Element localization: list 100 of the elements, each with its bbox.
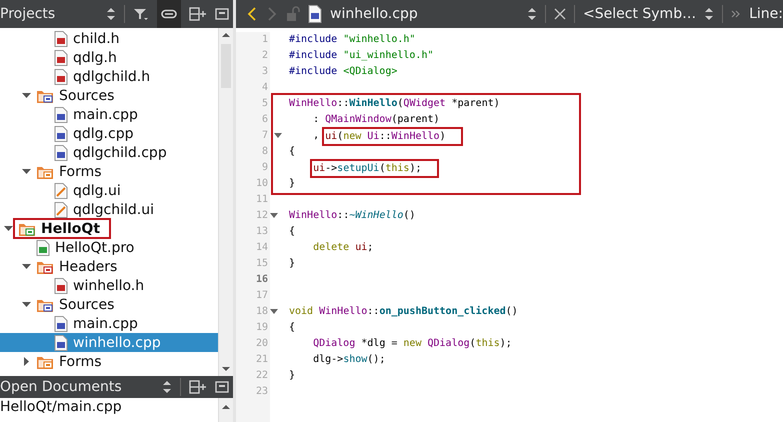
line-number: 8 (260, 145, 269, 159)
line-number: 21 (254, 353, 269, 367)
line-label: Line: (749, 6, 783, 22)
code-text: WinHello::WinHello(QWidget *parent) (289, 96, 500, 111)
tree-item[interactable]: winhello.h (0, 276, 218, 295)
highlighted-code: ui->setupUi(this); (313, 162, 436, 174)
line-number: 4 (260, 81, 269, 95)
tree-item[interactable]: child.h (0, 29, 218, 48)
line-number: 12 (254, 209, 269, 223)
code-text: void WinHello::on_pushButton_clicked() (289, 304, 518, 319)
link-icon (161, 9, 177, 19)
code-text: WinHello::~WinHello() (289, 209, 416, 223)
line-number: 15 (254, 257, 269, 271)
up-down-icon[interactable] (704, 7, 714, 21)
line-number: 14 (254, 241, 269, 255)
scrollbar[interactable] (218, 28, 233, 376)
split-icon[interactable] (189, 7, 207, 21)
tree-item[interactable]: qdlg.cpp (0, 124, 218, 143)
code-text: #include "winhello.h" (289, 33, 416, 47)
tree-item[interactable]: Headers (0, 257, 218, 276)
filter-icon[interactable] (133, 7, 149, 21)
code-text: : QMainWindow(parent) (313, 113, 440, 127)
header-file-icon (54, 68, 68, 84)
close-panel-icon[interactable] (215, 8, 229, 20)
chevron-icon[interactable] (731, 9, 742, 19)
form-file-icon (54, 182, 68, 198)
expand-arrow-icon[interactable] (4, 224, 13, 233)
code-text: dlg->show(); (313, 353, 386, 367)
tree-item[interactable]: main.cpp (0, 105, 218, 124)
tree-item[interactable]: winhello.cpp (0, 333, 218, 352)
source-file-icon (308, 5, 322, 23)
line-number: 20 (254, 337, 269, 351)
line-number: 6 (260, 113, 269, 127)
line-number: 1 (260, 33, 269, 47)
source-file-icon (54, 126, 68, 142)
line-number: 3 (260, 65, 269, 79)
tree-item[interactable]: Sources (0, 86, 218, 105)
expand-arrow-icon[interactable] (22, 357, 31, 366)
line-number: 22 (254, 369, 269, 383)
tree-item[interactable]: qdlgchild.ui (0, 200, 218, 219)
link-button[interactable] (157, 0, 181, 28)
tree-item[interactable]: qdlg.ui (0, 181, 218, 200)
tree-item[interactable]: qdlgchild.cpp (0, 143, 218, 162)
up-down-icon[interactable] (106, 7, 116, 21)
tree-item[interactable]: qdlgchild.h (0, 67, 218, 86)
source-file-icon (54, 106, 68, 122)
line-number: 16 (254, 273, 269, 287)
tree-item[interactable]: Sources (0, 295, 218, 314)
panel-title: Projects (0, 6, 56, 22)
line-number: 11 (254, 193, 269, 207)
code-text: { (289, 225, 296, 239)
line-number: 23 (254, 385, 269, 399)
line-number: 19 (254, 321, 269, 335)
tree-item[interactable]: Forms (0, 352, 218, 371)
close-icon[interactable] (554, 8, 566, 20)
expand-arrow-icon[interactable] (22, 300, 31, 309)
header-file-icon (54, 278, 68, 294)
line-number: 7 (260, 129, 269, 143)
source-file-icon (54, 316, 68, 332)
code-text: } (289, 369, 296, 383)
scrollbar[interactable] (218, 398, 233, 422)
fold-arrow-icon[interactable] (274, 133, 282, 139)
project-file-icon (36, 240, 50, 256)
panel-title: Open Documents (0, 379, 123, 395)
line-number: 2 (260, 49, 269, 63)
line-number: 9 (260, 161, 269, 175)
up-down-icon[interactable] (527, 7, 538, 21)
tree-item[interactable]: HelloQt.pro (0, 238, 218, 257)
header-file-icon (54, 30, 68, 46)
close-panel-icon[interactable] (215, 381, 229, 393)
expand-arrow-icon[interactable] (22, 262, 31, 271)
up-down-icon[interactable] (162, 380, 172, 394)
form-file-icon (54, 202, 68, 218)
code-text: { (289, 321, 296, 335)
line-number: 17 (254, 289, 269, 303)
code-text: #include "ui_winhello.h" (289, 49, 434, 63)
fold-arrow-icon[interactable] (270, 213, 278, 219)
file-name-dropdown[interactable]: winhello.cpp (330, 6, 520, 22)
fold-arrow-icon[interactable] (270, 309, 278, 315)
source-file-icon (54, 334, 68, 350)
symbol-dropdown[interactable]: <Select Symb… (583, 6, 696, 22)
line-number: 13 (254, 225, 269, 239)
tree-item[interactable]: main.cpp (0, 314, 218, 333)
tree-item[interactable]: Forms (0, 162, 218, 181)
document-item[interactable]: HelloQt/main.cpp (0, 398, 218, 417)
code-text: } (289, 257, 296, 271)
line-number: 5 (260, 97, 269, 111)
header-file-icon (54, 50, 68, 66)
line-number: 10 (254, 177, 269, 191)
tree-item[interactable]: HelloQt (0, 219, 218, 238)
code-text: #include <QDialog> (289, 65, 398, 79)
expand-arrow-icon[interactable] (22, 91, 31, 100)
source-file-icon (54, 144, 68, 160)
code-text: , (313, 129, 320, 143)
code-text: QDialog *dlg = new QDialog(this); (313, 337, 512, 351)
tree-item[interactable]: qdlg.h (0, 48, 218, 67)
line-number: 18 (254, 305, 269, 319)
split-icon[interactable] (189, 380, 207, 394)
expand-arrow-icon[interactable] (22, 167, 31, 176)
code-text: delete ui; (313, 241, 374, 255)
